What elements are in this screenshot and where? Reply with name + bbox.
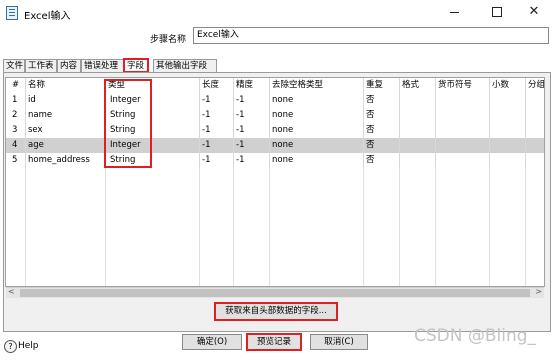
cell-currency[interactable]	[436, 123, 490, 138]
help-label: Help	[18, 341, 39, 351]
scrollbar-thumb[interactable]	[20, 289, 530, 297]
cell-precision[interactable]: -1	[234, 138, 270, 153]
cell-format[interactable]	[400, 108, 436, 123]
scroll-left-arrow-icon[interactable]: <	[8, 287, 15, 296]
cell-precision[interactable]: -1	[234, 93, 270, 108]
cell-group[interactable]	[526, 108, 544, 123]
app-icon	[6, 6, 18, 20]
maximize-button[interactable]	[476, 0, 516, 26]
cell-group[interactable]	[526, 123, 544, 138]
table-row[interactable]: 5 home_address String -1 -1 none 否	[6, 153, 544, 168]
row-index: 3	[6, 123, 26, 138]
cell-decimal[interactable]	[490, 138, 526, 153]
help-icon: ?	[4, 340, 17, 353]
cell-length[interactable]: -1	[200, 153, 234, 168]
cell-currency[interactable]	[436, 153, 490, 168]
row-index: 2	[6, 108, 26, 123]
table-row[interactable]: 3 sex String -1 -1 none 否	[6, 123, 544, 138]
col-header-repeat[interactable]: 重复	[364, 78, 400, 93]
col-header-format[interactable]: 格式	[400, 78, 436, 93]
cell-length[interactable]: -1	[200, 93, 234, 108]
cell-currency[interactable]	[436, 138, 490, 153]
cell-precision[interactable]: -1	[234, 108, 270, 123]
step-name-label: 步骤名称	[150, 35, 187, 45]
col-header-group[interactable]: 分组	[526, 78, 544, 93]
close-button[interactable]: ✕	[514, 0, 554, 26]
cell-repeat[interactable]: 否	[364, 153, 400, 168]
step-name-input[interactable]: Excel输入	[193, 27, 549, 44]
table-row[interactable]: 1 id Integer -1 -1 none 否	[6, 93, 544, 108]
cell-trim-type[interactable]: none	[270, 93, 364, 108]
cell-name[interactable]: sex	[26, 123, 106, 138]
table-row[interactable]: 2 name String -1 -1 none 否	[6, 108, 544, 123]
cell-group[interactable]	[526, 153, 544, 168]
cell-decimal[interactable]	[490, 93, 526, 108]
cell-format[interactable]	[400, 138, 436, 153]
cell-decimal[interactable]	[490, 153, 526, 168]
col-header-precision[interactable]: 精度	[234, 78, 270, 93]
col-header-decimal[interactable]: 小数	[490, 78, 526, 93]
col-header-currency[interactable]: 货币符号	[436, 78, 490, 93]
table-header: # 名称 类型 长度 精度 去除空格类型 重复 格式 货币符号 小数 分组	[6, 78, 544, 93]
tab-file[interactable]: 文件	[3, 59, 25, 72]
cell-length[interactable]: -1	[200, 138, 234, 153]
table-empty-area	[6, 168, 544, 286]
cell-length[interactable]: -1	[200, 108, 234, 123]
cell-group[interactable]	[526, 93, 544, 108]
get-fields-from-header-button[interactable]: 获取来自头部数据的字段...	[214, 302, 338, 321]
cell-trim-type[interactable]: none	[270, 153, 364, 168]
cell-currency[interactable]	[436, 108, 490, 123]
col-header-length[interactable]: 长度	[200, 78, 234, 93]
cell-length[interactable]: -1	[200, 123, 234, 138]
cell-currency[interactable]	[436, 93, 490, 108]
cell-decimal[interactable]	[490, 108, 526, 123]
cell-group[interactable]	[526, 138, 544, 153]
table-row-selected[interactable]: 4 age Integer -1 -1 none 否	[6, 138, 544, 153]
tab-content[interactable]: 内容	[57, 59, 81, 72]
cell-name[interactable]: name	[26, 108, 106, 123]
cell-format[interactable]	[400, 123, 436, 138]
cell-repeat[interactable]: 否	[364, 93, 400, 108]
col-header-trim-type[interactable]: 去除空格类型	[270, 78, 364, 93]
preview-records-button[interactable]: 预览记录	[246, 333, 302, 351]
cell-name[interactable]: id	[26, 93, 106, 108]
tab-other-output-fields[interactable]: 其他输出字段	[153, 59, 217, 72]
cell-decimal[interactable]	[490, 123, 526, 138]
cell-precision[interactable]: -1	[234, 123, 270, 138]
scroll-right-arrow-icon[interactable]: >	[535, 287, 542, 296]
cell-precision[interactable]: -1	[234, 153, 270, 168]
row-index: 4	[6, 138, 26, 153]
cell-trim-type[interactable]: none	[270, 108, 364, 123]
cell-trim-type[interactable]: none	[270, 138, 364, 153]
title-bar: Excel输入 ✕	[0, 0, 554, 26]
minimize-button[interactable]	[434, 0, 474, 26]
cell-format[interactable]	[400, 153, 436, 168]
tab-fields[interactable]: 字段	[123, 58, 149, 73]
cell-name[interactable]: age	[26, 138, 106, 153]
col-header-name[interactable]: 名称	[26, 78, 106, 93]
cell-name[interactable]: home_address	[26, 153, 106, 168]
cell-repeat[interactable]: 否	[364, 138, 400, 153]
fields-table: # 名称 类型 长度 精度 去除空格类型 重复 格式 货币符号 小数 分组 1 …	[5, 77, 545, 287]
cell-repeat[interactable]: 否	[364, 108, 400, 123]
type-column-highlight	[104, 79, 152, 168]
col-header-index[interactable]: #	[6, 78, 26, 93]
cell-trim-type[interactable]: none	[270, 123, 364, 138]
row-index: 5	[6, 153, 26, 168]
horizontal-scrollbar[interactable]: < >	[6, 287, 544, 298]
window-title: Excel输入	[24, 11, 71, 22]
watermark: CSDN @Bling_	[414, 326, 537, 346]
cell-repeat[interactable]: 否	[364, 123, 400, 138]
cell-format[interactable]	[400, 93, 436, 108]
row-index: 1	[6, 93, 26, 108]
tab-error-handling[interactable]: 错误处理	[81, 59, 124, 72]
tab-sheet[interactable]: 工作表	[25, 59, 57, 72]
cancel-button[interactable]: 取消(C)	[310, 334, 368, 350]
ok-button[interactable]: 确定(O)	[182, 334, 242, 350]
